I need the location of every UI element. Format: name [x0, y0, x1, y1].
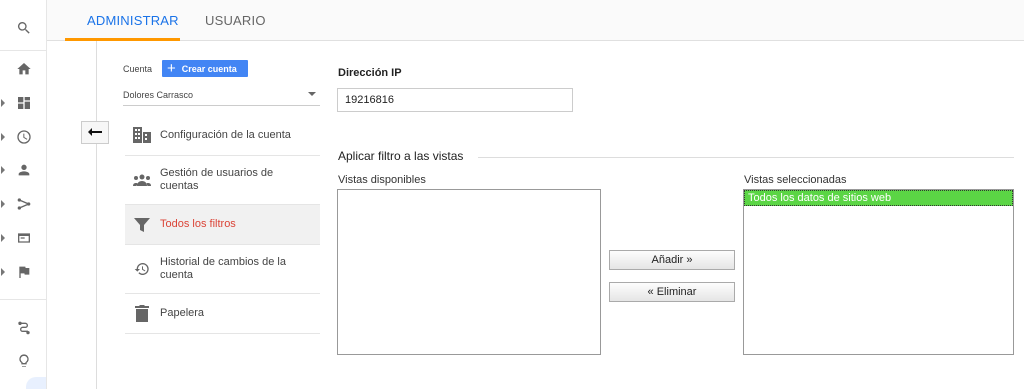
back-button[interactable] [81, 121, 109, 144]
top-tabs: ADMINISTRAR USUARIO [47, 0, 1024, 41]
dashboard-icon[interactable] [0, 90, 47, 116]
selected-views-list[interactable]: Todos los datos de sitios web [743, 189, 1014, 355]
column-divider [96, 41, 97, 389]
tab-administrar[interactable]: ADMINISTRAR [87, 0, 179, 41]
menu-item-label: Gestión de usuarios de cuentas [160, 167, 274, 192]
available-views-label: Vistas disponibles [338, 174, 426, 186]
plus-icon: + [167, 60, 176, 77]
tab-usuario[interactable]: USUARIO [205, 0, 266, 41]
left-rail [0, 0, 47, 389]
search-icon[interactable] [0, 15, 47, 41]
menu-item-label: Todos los filtros [160, 218, 236, 230]
history-icon [133, 260, 151, 278]
menu-item-change-history[interactable]: Historial de cambios de la cuenta [125, 245, 320, 294]
add-button[interactable]: Añadir » [609, 250, 735, 270]
menu-item-trash[interactable]: Papelera [125, 294, 320, 334]
back-arrow-icon [88, 127, 102, 136]
ip-address-label: Dirección IP [338, 67, 402, 79]
trash-icon [133, 305, 151, 323]
remove-button[interactable]: « Eliminar [609, 282, 735, 302]
menu-item-label: Configuración de la cuenta [160, 128, 291, 141]
ip-address-input[interactable]: 19216816 [337, 88, 573, 112]
account-select-value: Dolores Carrasco [123, 90, 194, 100]
account-label: Cuenta [123, 64, 153, 74]
section-divider [478, 157, 1014, 158]
users-icon [133, 171, 151, 189]
lightbulb-icon[interactable] [0, 348, 47, 374]
clock-icon[interactable] [0, 124, 47, 150]
home-icon[interactable] [0, 56, 47, 82]
attribution-icon[interactable] [0, 315, 47, 341]
admin-rail-item[interactable] [26, 377, 46, 389]
selected-views-label: Vistas seleccionadas [744, 174, 847, 186]
menu-item-label: Historial de cambios de la cuenta [160, 256, 286, 281]
create-account-button[interactable]: + Crear cuenta [162, 60, 248, 77]
account-select[interactable]: Dolores Carrasco [123, 86, 320, 106]
menu-item-label: Papelera [160, 307, 205, 319]
person-icon[interactable] [0, 157, 47, 183]
behavior-icon[interactable] [0, 225, 47, 251]
menu-item-account-settings[interactable]: Configuración de la cuenta [125, 115, 320, 156]
filter-icon [133, 216, 151, 234]
building-icon [133, 126, 151, 144]
menu-item-user-management[interactable]: Gestión de usuarios de cuentas [125, 156, 320, 205]
active-tab-indicator [65, 38, 180, 41]
flag-icon[interactable] [0, 259, 47, 285]
available-views-list[interactable] [337, 189, 601, 355]
menu-item-all-filters[interactable]: Todos los filtros [125, 205, 320, 245]
acquisition-icon[interactable] [0, 191, 47, 217]
apply-filter-title: Aplicar filtro a las vistas [338, 149, 464, 163]
chevron-down-icon [308, 92, 316, 96]
list-item[interactable]: Todos los datos de sitios web [744, 190, 1013, 206]
create-account-label: Crear cuenta [181, 63, 237, 74]
account-menu: Configuración de la cuenta Gestión de us… [125, 115, 320, 334]
